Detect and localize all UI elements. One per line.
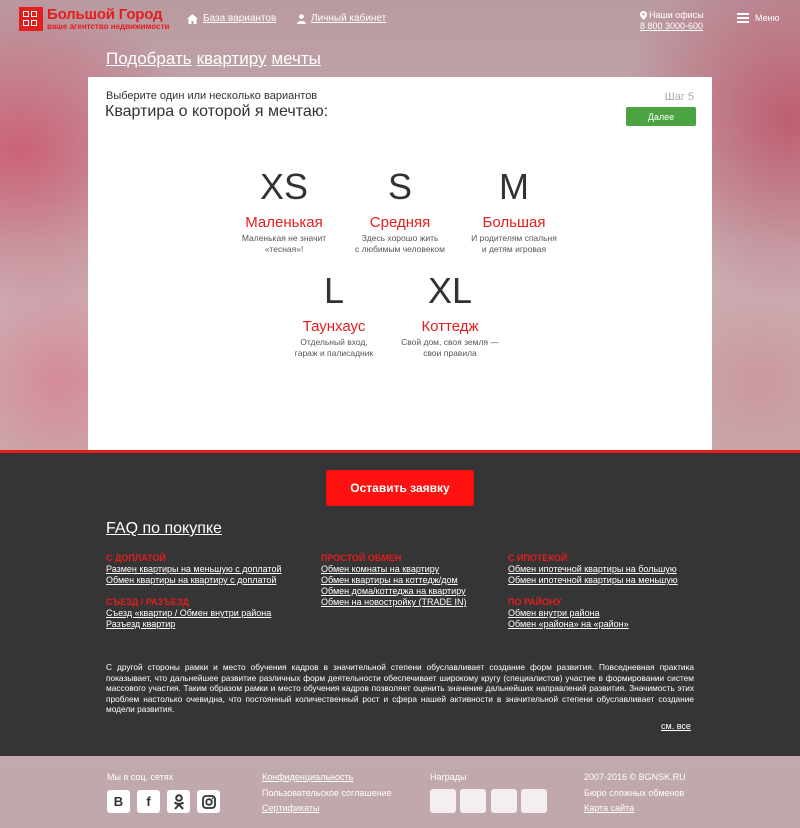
- option-desc: Здесь хорошо жить: [361, 233, 439, 243]
- sitemap-link[interactable]: Карта сайта: [584, 803, 634, 813]
- option-s[interactable]: S Средняя Здесь хорошо жить с любимым че…: [340, 167, 460, 255]
- faq-group-title: С ДОПЛАТОЙ: [106, 553, 166, 563]
- option-name: Большая: [482, 214, 546, 231]
- quiz-card: Выберите один или несколько вариантов Кв…: [88, 77, 712, 452]
- faq-link[interactable]: Обмен квартиры на квартиру с доплатой: [106, 575, 282, 586]
- faq-link[interactable]: Обмен внутри района: [508, 608, 629, 619]
- faq-group-title: ПО РАЙОНУ: [508, 597, 562, 607]
- faq-link[interactable]: Обмен квартиры на коттедж/дом: [321, 575, 466, 586]
- user-icon: [297, 13, 306, 24]
- odnoklassniki-icon[interactable]: [167, 790, 190, 813]
- logo-mark-icon: [19, 7, 43, 31]
- see-all-link[interactable]: см. все: [661, 721, 691, 731]
- option-desc: свои правила: [423, 348, 477, 358]
- copyright: 2007-2016 © BGNSK.RU: [584, 772, 686, 782]
- option-desc: гараж и палисадник: [294, 348, 374, 358]
- option-size: XS: [259, 166, 309, 207]
- instagram-icon[interactable]: [197, 790, 220, 813]
- option-size: M: [499, 166, 529, 207]
- hamburger-icon: [737, 13, 749, 23]
- faq-group-simple-exchange: ПРОСТОЙ ОБМЕН Обмен комнаты на квартиру …: [321, 553, 466, 608]
- option-desc: и детям игровая: [481, 244, 547, 254]
- option-l[interactable]: L Таунхаус Отдельный вход, гараж и палис…: [274, 271, 394, 359]
- option-size: S: [387, 166, 412, 207]
- option-desc: «тесная»!: [264, 244, 304, 254]
- option-xs[interactable]: XS Маленькая Маленькая не значит «тесная…: [224, 167, 344, 255]
- option-xl[interactable]: XL Коттедж Свой дом, своя земля — свои п…: [390, 271, 510, 359]
- site-header: Большой Город ваше агентство недвижимост…: [0, 0, 800, 40]
- option-name: Средняя: [369, 214, 431, 231]
- submit-request-button[interactable]: Оставить заявку: [326, 470, 474, 506]
- faq-description: С другой стороны рамки и место обучения …: [106, 662, 694, 714]
- option-size: L: [323, 270, 345, 311]
- bureau-link[interactable]: Бюро сложных обменов: [584, 788, 684, 798]
- logo-name: Большой Город: [47, 6, 163, 23]
- next-button[interactable]: Далее: [626, 107, 696, 126]
- faq-section: Оставить заявку FAQ по покупке С ДОПЛАТО…: [0, 450, 800, 756]
- logo[interactable]: Большой Город ваше агентство недвижимост…: [19, 7, 169, 31]
- page-title-link[interactable]: мечты: [271, 49, 320, 68]
- home-icon: [187, 13, 198, 24]
- faq-link[interactable]: Обмен комнаты на квартиру: [321, 564, 466, 575]
- faq-group-merge-split: СЪЕЗД / РАЗЪЕЗД Съезд «квартир / Обмен в…: [106, 597, 271, 630]
- option-name: Таунхаус: [302, 318, 366, 335]
- offices-block[interactable]: Наши офисы 8 800 3000-600: [640, 10, 704, 32]
- privacy-link[interactable]: Конфиденциальность: [262, 772, 353, 782]
- award-badge[interactable]: [460, 789, 486, 813]
- vk-icon[interactable]: B: [107, 790, 130, 813]
- phone-link[interactable]: 8 800 3000-600: [640, 21, 704, 32]
- faq-group-mortgage: С ИПОТЕКОЙ Обмен ипотечной квартиры на б…: [508, 553, 678, 586]
- faq-link[interactable]: Разъезд квартир: [106, 619, 271, 630]
- faq-link[interactable]: Обмен ипотечной квартиры на большую: [508, 564, 678, 575]
- option-name: Маленькая: [245, 214, 323, 231]
- nav-link-label: Личный кабинет: [311, 13, 387, 24]
- menu-label: Меню: [755, 13, 780, 23]
- step-indicator: Шаг 5: [664, 91, 694, 103]
- faq-group-district: ПО РАЙОНУ Обмен внутри района Обмен «рай…: [508, 597, 629, 630]
- option-desc: Маленькая не значит: [241, 233, 327, 243]
- faq-link[interactable]: Обмен «района» на «район»: [508, 619, 629, 630]
- nav-link-label: База вариантов: [203, 13, 277, 24]
- quiz-title: Квартира о которой я мечтаю:: [105, 103, 329, 120]
- awards-label: Награды: [430, 772, 467, 782]
- terms-link[interactable]: Пользовательское соглашение: [262, 788, 392, 798]
- faq-link[interactable]: Обмен ипотечной квартиры на меньшую: [508, 575, 678, 586]
- option-desc: И родителям спальня: [471, 233, 557, 243]
- faq-group-title: СЪЕЗД / РАЗЪЕЗД: [106, 597, 189, 607]
- offices-label: Наши офисы: [649, 10, 704, 20]
- option-desc: Отдельный вход,: [300, 337, 368, 347]
- faq-link[interactable]: Обмен дома/коттеджа на квартиру: [321, 586, 466, 597]
- site-footer: Мы в соц. сетях B f Конфиденциальность П…: [0, 756, 800, 828]
- award-badge[interactable]: [430, 789, 456, 813]
- award-badge[interactable]: [491, 789, 517, 813]
- map-pin-icon: [640, 11, 647, 20]
- option-m[interactable]: M Большая И родителям спальня и детям иг…: [454, 167, 574, 255]
- social-label: Мы в соц. сетях: [107, 772, 174, 782]
- award-badge[interactable]: [521, 789, 547, 813]
- page-title: Подобрать квартиру мечты: [106, 49, 326, 69]
- social-links: B f: [107, 790, 220, 813]
- nav-link-catalog[interactable]: База вариантов: [187, 13, 276, 24]
- faq-title[interactable]: FAQ по покупке: [106, 520, 222, 538]
- facebook-icon[interactable]: f: [137, 790, 160, 813]
- page-title-link[interactable]: квартиру: [197, 49, 267, 68]
- nav-link-account[interactable]: Личный кабинет: [297, 13, 386, 24]
- faq-group-title: ПРОСТОЙ ОБМЕН: [321, 553, 402, 563]
- faq-group-title: С ИПОТЕКОЙ: [508, 553, 568, 563]
- certificates-link[interactable]: Сертификаты: [262, 803, 319, 813]
- faq-link[interactable]: Съезд «квартир / Обмен внутри района: [106, 608, 271, 619]
- logo-tagline: ваше агентство недвижимости: [47, 22, 170, 31]
- faq-link[interactable]: Обмен на новостройку (TRADE IN): [321, 597, 466, 608]
- quiz-subtitle: Выберите один или несколько вариантов: [106, 90, 318, 102]
- faq-link[interactable]: Размен квартиры на меньшую с доплатой: [106, 564, 282, 575]
- faq-group-surcharge: С ДОПЛАТОЙ Размен квартиры на меньшую с …: [106, 553, 282, 586]
- page-title-link[interactable]: Подобрать: [106, 49, 192, 68]
- option-desc: с любимым человеком: [355, 244, 445, 254]
- option-name: Коттедж: [421, 318, 479, 335]
- menu-button[interactable]: Меню: [737, 13, 779, 23]
- option-size: XL: [427, 270, 473, 311]
- option-desc: Свой дом, своя земля —: [401, 337, 499, 347]
